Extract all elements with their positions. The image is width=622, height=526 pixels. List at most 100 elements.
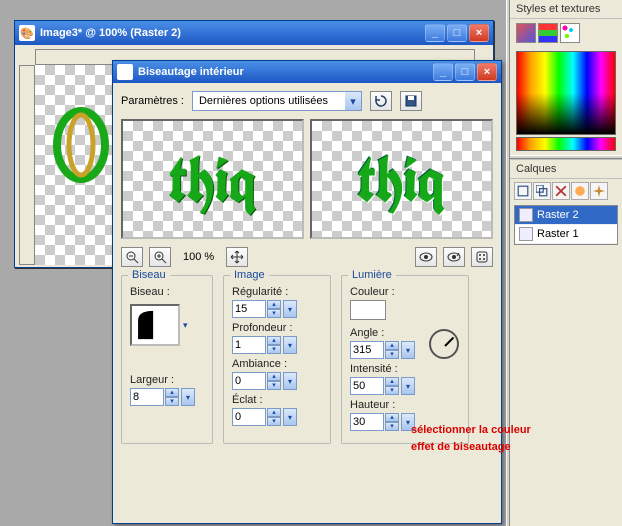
eye-before-button[interactable] xyxy=(415,247,437,267)
spin-up[interactable]: ▴ xyxy=(385,377,399,386)
group-lumiere: Lumière Couleur : Angle : ▴▾▾ Intensité … xyxy=(341,275,469,444)
swatch-gradient[interactable] xyxy=(538,23,558,43)
angle-dial[interactable] xyxy=(429,329,459,359)
preview-text: thiq xyxy=(357,137,445,221)
zoom-in-button[interactable] xyxy=(149,247,171,267)
annotation-text: sélectionner la couleur effet de biseaut… xyxy=(411,422,531,455)
angle-menu[interactable]: ▾ xyxy=(401,341,415,359)
spin-up[interactable]: ▴ xyxy=(385,341,399,350)
ambiance-input[interactable] xyxy=(232,372,266,390)
color-picker-area[interactable] xyxy=(516,51,616,135)
group-title: Biseau xyxy=(128,269,170,281)
layer-tool-mask[interactable] xyxy=(571,182,589,200)
dialog-minimize-button[interactable]: _ xyxy=(433,63,453,81)
zoom-out-button[interactable] xyxy=(121,247,143,267)
biseau-shape-dropdown[interactable]: ▾ xyxy=(183,320,188,331)
reset-button[interactable] xyxy=(370,91,392,111)
couleur-label: Couleur : xyxy=(350,286,460,298)
parameters-row: Paramètres : Dernières options utilisées… xyxy=(121,91,493,111)
spin-up[interactable]: ▴ xyxy=(267,408,281,417)
save-preset-button[interactable] xyxy=(400,91,422,111)
swatch-solid[interactable] xyxy=(516,23,536,43)
hauteur-input[interactable] xyxy=(350,413,384,431)
image-window-titlebar[interactable]: 🎨 Image3* @ 100% (Raster 2) _ □ × xyxy=(15,21,493,45)
spin-up[interactable]: ▴ xyxy=(165,388,179,397)
intensite-input[interactable] xyxy=(350,377,384,395)
layer-icon xyxy=(519,227,533,241)
regularite-menu[interactable]: ▾ xyxy=(283,300,297,318)
profondeur-input[interactable] xyxy=(232,336,266,354)
angle-input[interactable] xyxy=(350,341,384,359)
randomize-button[interactable] xyxy=(471,247,493,267)
spin-down[interactable]: ▾ xyxy=(385,386,399,395)
largeur-menu[interactable]: ▾ xyxy=(181,388,195,406)
spin-up[interactable]: ▴ xyxy=(267,336,281,345)
intensite-label: Intensité : xyxy=(350,363,460,375)
dialog-close-button[interactable]: × xyxy=(477,63,497,81)
profondeur-menu[interactable]: ▾ xyxy=(283,336,297,354)
ruler-vertical xyxy=(19,65,35,265)
dialog-titlebar[interactable]: ◆ Biseautage intérieur _ □ × xyxy=(113,61,501,83)
biseau-shape-preview[interactable] xyxy=(130,304,180,346)
couleur-swatch[interactable] xyxy=(350,300,386,320)
layer-tool-fx[interactable] xyxy=(590,182,608,200)
biseau-label: Biseau : xyxy=(130,286,204,298)
preview-after[interactable]: thiq xyxy=(310,119,493,239)
app-icon: 🎨 xyxy=(19,25,35,41)
spin-down[interactable]: ▾ xyxy=(267,309,281,318)
layer-tool-del[interactable] xyxy=(552,182,570,200)
group-biseau: Biseau Biseau : ▾ Largeur : ▴▾ ▾ xyxy=(121,275,213,444)
parameters-value: Dernières options utilisées xyxy=(193,95,345,107)
spin-down[interactable]: ▾ xyxy=(267,345,281,354)
minimize-button[interactable]: _ xyxy=(425,24,445,42)
close-button[interactable]: × xyxy=(469,24,489,42)
intensite-menu[interactable]: ▾ xyxy=(401,377,415,395)
layers-toolbar xyxy=(510,179,622,203)
spin-up[interactable]: ▴ xyxy=(267,372,281,381)
regularite-label: Régularité : xyxy=(232,286,322,298)
eye-after-button[interactable] xyxy=(443,247,465,267)
layers-panel-title: Calques xyxy=(510,160,622,179)
layer-icon xyxy=(519,208,533,222)
eclat-menu[interactable]: ▾ xyxy=(283,408,297,426)
layer-tool-dup[interactable] xyxy=(533,182,551,200)
maximize-button[interactable]: □ xyxy=(447,24,467,42)
dialog-title: Biseautage intérieur xyxy=(138,66,244,78)
spin-down[interactable]: ▾ xyxy=(385,350,399,359)
spin-down[interactable]: ▾ xyxy=(267,417,281,426)
canvas-content xyxy=(51,95,111,185)
dialog-maximize-button[interactable]: □ xyxy=(455,63,475,81)
ambiance-label: Ambiance : xyxy=(232,358,322,370)
zoom-percent: 100 % xyxy=(183,251,214,263)
layer-row[interactable]: Raster 1 xyxy=(515,225,617,244)
spin-down[interactable]: ▾ xyxy=(267,381,281,390)
group-title: Image xyxy=(230,269,269,281)
preview-row: thiq thiq xyxy=(121,119,493,239)
parameters-label: Paramètres : xyxy=(121,95,184,107)
parameters-combo[interactable]: Dernières options utilisées ▾ xyxy=(192,91,362,111)
preview-before[interactable]: thiq xyxy=(121,119,304,239)
angle-label: Angle : xyxy=(350,327,415,339)
styles-panel-title: Styles et textures xyxy=(510,0,622,19)
regularite-input[interactable] xyxy=(232,300,266,318)
swatch-pattern[interactable] xyxy=(560,23,580,43)
layer-row[interactable]: Raster 2 xyxy=(515,206,617,225)
annotation-line1: sélectionner la couleur xyxy=(411,422,531,439)
spin-down[interactable]: ▾ xyxy=(165,397,179,406)
largeur-input[interactable] xyxy=(130,388,164,406)
annotation-line2: effet de biseautage xyxy=(411,439,531,456)
pan-button[interactable] xyxy=(226,247,248,267)
spin-down[interactable]: ▾ xyxy=(385,422,399,431)
spin-up[interactable]: ▴ xyxy=(267,300,281,309)
hue-strip[interactable] xyxy=(516,137,616,151)
chevron-down-icon: ▾ xyxy=(345,92,361,110)
layer-tool-new[interactable] xyxy=(514,182,532,200)
layer-label: Raster 1 xyxy=(537,228,579,240)
eclat-input[interactable] xyxy=(232,408,266,426)
spin-up[interactable]: ▴ xyxy=(385,413,399,422)
image-window-title: Image3* @ 100% (Raster 2) xyxy=(40,27,181,39)
eclat-label: Éclat : xyxy=(232,394,322,406)
layer-label: Raster 2 xyxy=(537,209,579,221)
ambiance-menu[interactable]: ▾ xyxy=(283,372,297,390)
group-title: Lumière xyxy=(348,269,396,281)
